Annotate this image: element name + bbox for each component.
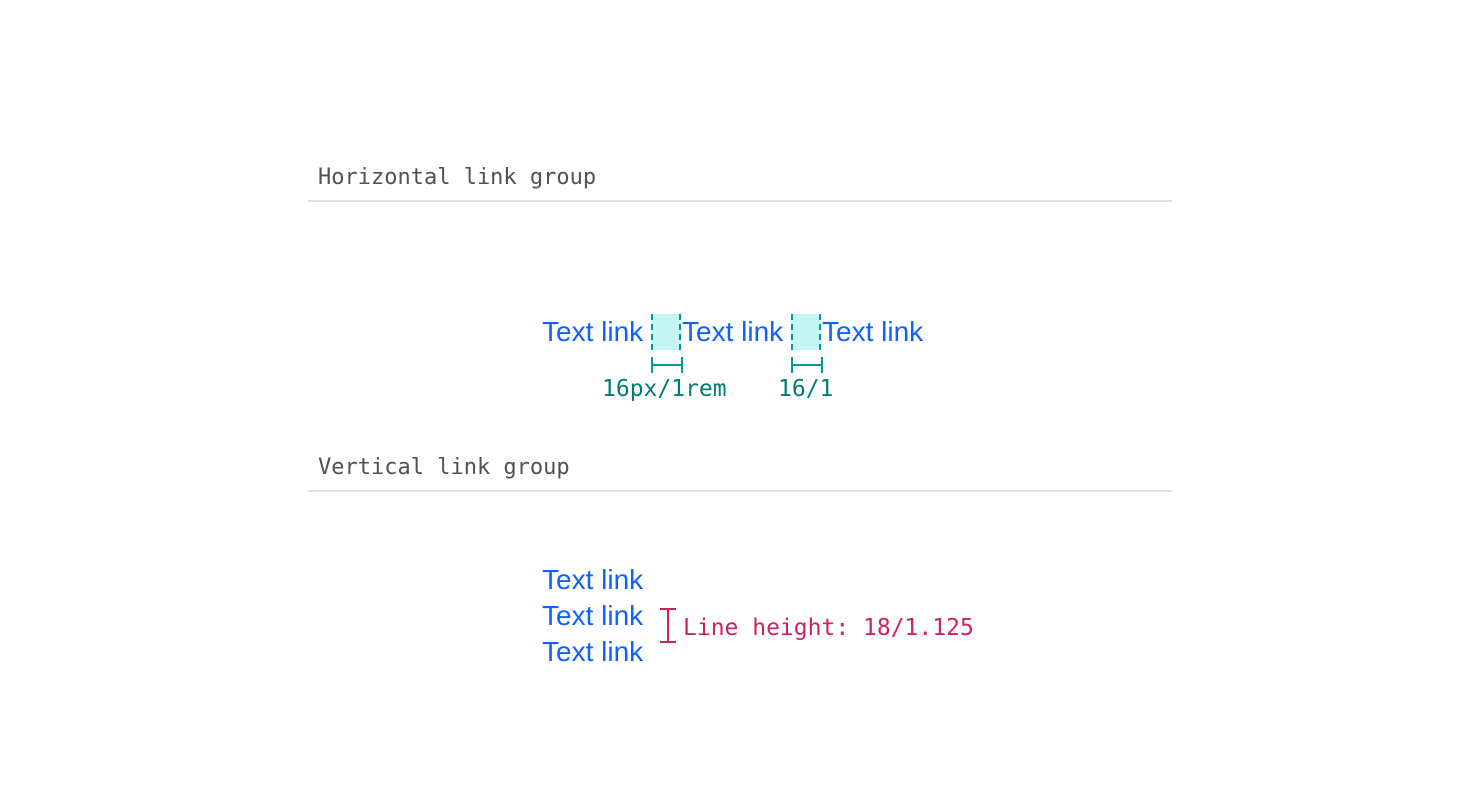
spacing-bracket-2 <box>791 357 823 373</box>
horizontal-link-2[interactable]: Text link <box>682 318 783 346</box>
horizontal-link-3[interactable]: Text link <box>822 318 923 346</box>
spacing-bracket-1 <box>651 357 683 373</box>
horizontal-gap-highlight-1 <box>651 314 681 350</box>
vertical-link-3[interactable]: Text link <box>542 638 643 666</box>
vertical-section-title: Vertical link group <box>318 455 570 480</box>
horizontal-section-divider <box>308 200 1172 202</box>
vertical-section-divider <box>308 490 1172 492</box>
spacing-label-1: 16px/1rem <box>602 376 727 402</box>
line-height-bracket <box>660 608 676 643</box>
horizontal-gap-highlight-2 <box>791 314 821 350</box>
vertical-link-1[interactable]: Text link <box>542 566 643 594</box>
line-height-label: Line height: 18/1.125 <box>683 615 974 641</box>
horizontal-section-title: Horizontal link group <box>318 165 597 190</box>
vertical-link-2[interactable]: Text link <box>542 602 643 630</box>
spacing-label-2: 16/1 <box>778 376 834 402</box>
horizontal-link-1[interactable]: Text link <box>542 318 643 346</box>
